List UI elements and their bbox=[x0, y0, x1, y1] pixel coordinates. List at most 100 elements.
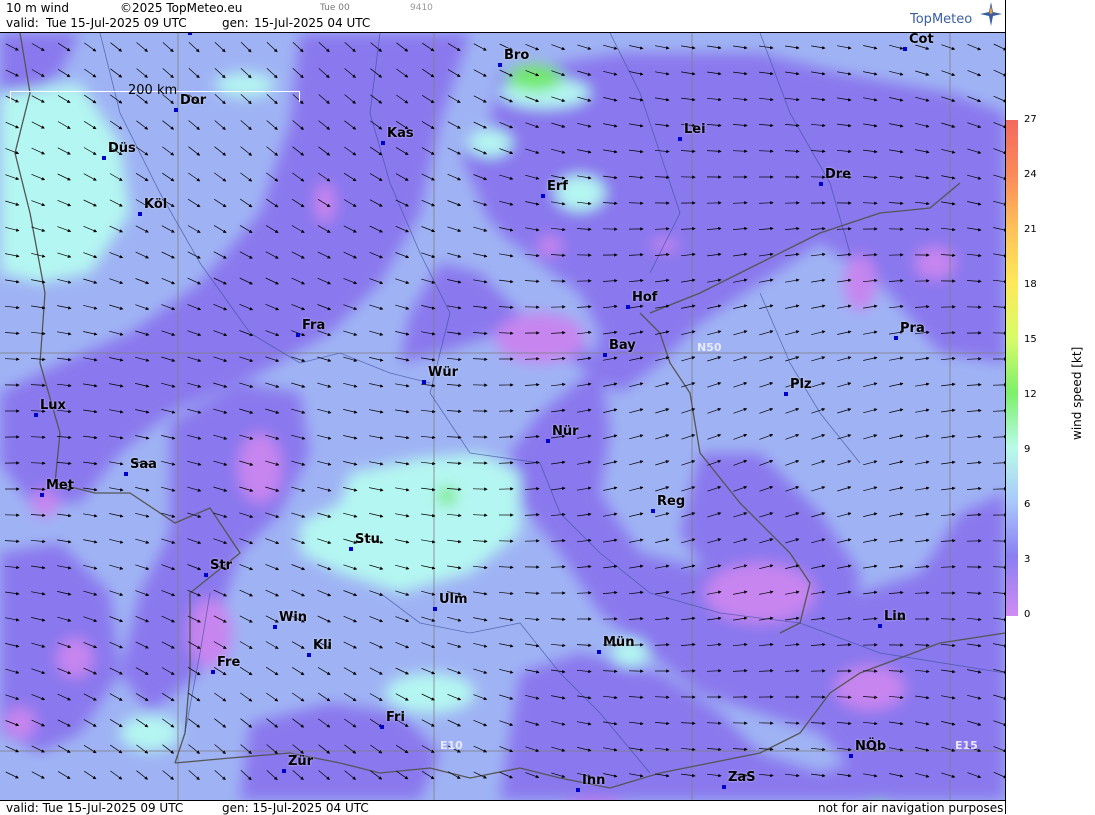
city-marker-nob bbox=[849, 754, 853, 758]
city-label-pra: Pra bbox=[900, 321, 925, 336]
city-marker-reg bbox=[651, 509, 655, 513]
city-marker-wur bbox=[422, 380, 426, 384]
city-marker-ulm bbox=[433, 607, 437, 611]
city-label-kas: Kas bbox=[387, 126, 414, 141]
product-title: 10 m wind bbox=[6, 1, 69, 15]
city-label-zas: ZaS bbox=[728, 770, 756, 785]
city-marker-bay bbox=[603, 353, 607, 357]
map-header: 10 m wind ©2025 TopMeteo.eu Tue 00 9410 … bbox=[0, 0, 1005, 33]
city-marker-stu bbox=[349, 547, 353, 551]
city-label-mun: Mün bbox=[603, 635, 634, 650]
lon-label-e10: E10 bbox=[440, 739, 463, 752]
city-label-nob: NÖb bbox=[855, 739, 886, 754]
city-label-fra: Fra bbox=[302, 318, 325, 333]
city-marker-inn bbox=[576, 788, 580, 792]
footer-gen: gen: 15-Jul-2025 04 UTC bbox=[222, 801, 369, 815]
city-marker-lux bbox=[34, 413, 38, 417]
map-code: 9410 bbox=[410, 3, 433, 13]
city-label-bro: Bro bbox=[504, 48, 529, 63]
valid-time: Tue 15-Jul-2025 09 UTC bbox=[46, 16, 187, 30]
city-label-fri: Fri bbox=[386, 710, 405, 725]
city-marker-dus bbox=[102, 156, 106, 160]
city-label-kol: Köl bbox=[144, 197, 167, 212]
city-label-ulm: Ulm bbox=[439, 592, 468, 607]
city-label-cot: Cot bbox=[909, 33, 934, 47]
city-label-stu: Stu bbox=[355, 532, 380, 547]
colorbar bbox=[1006, 120, 1018, 616]
colorbar-tick: 3 bbox=[1024, 554, 1030, 565]
city-marker-lin bbox=[878, 624, 882, 628]
city-marker-kol bbox=[138, 212, 142, 216]
city-label-win: Win bbox=[279, 610, 307, 625]
city-marker-fre bbox=[211, 670, 215, 674]
gen-label: gen: bbox=[222, 16, 249, 30]
city-marker-mun-top bbox=[188, 33, 192, 35]
city-marker-lei bbox=[678, 137, 682, 141]
city-label-lux: Lux bbox=[40, 398, 66, 413]
colorbar-tick: 27 bbox=[1024, 114, 1037, 125]
colorbar-tick: 21 bbox=[1024, 224, 1037, 235]
gen-time: 15-Jul-2025 04 UTC bbox=[254, 16, 370, 30]
city-label-str: Str bbox=[210, 558, 232, 573]
city-label-inn: Inn bbox=[582, 773, 605, 788]
scale-bar-label: 200 km bbox=[128, 83, 177, 98]
city-marker-erf bbox=[541, 194, 545, 198]
city-label-fre: Fre bbox=[217, 655, 240, 670]
colorbar-tick: 12 bbox=[1024, 389, 1037, 400]
footer-disclaimer: not for air navigation purposes bbox=[818, 801, 1003, 815]
small-time: Tue 00 bbox=[320, 3, 350, 13]
lat-label-n50: N50 bbox=[697, 341, 722, 354]
city-label-nur: Nür bbox=[552, 424, 579, 439]
lon-label-e15: E15 bbox=[955, 739, 978, 752]
city-label-wur: Wür bbox=[428, 365, 458, 380]
city-marker-fra bbox=[296, 333, 300, 337]
city-label-plz: Plz bbox=[790, 377, 812, 392]
city-label-saa: Saa bbox=[130, 457, 157, 472]
city-label-lin: Lin bbox=[884, 609, 906, 624]
city-marker-kli bbox=[307, 653, 311, 657]
city-marker-zas bbox=[722, 785, 726, 789]
copyright: ©2025 TopMeteo.eu bbox=[120, 1, 242, 15]
colorbar-tick: 0 bbox=[1024, 609, 1030, 620]
city-label-dor: Dor bbox=[180, 93, 206, 108]
city-marker-dor bbox=[174, 108, 178, 112]
city-label-met: Met bbox=[46, 478, 74, 493]
logo-star-icon bbox=[980, 2, 1002, 26]
city-marker-nur bbox=[546, 439, 550, 443]
city-marker-str bbox=[204, 573, 208, 577]
city-marker-win bbox=[273, 625, 277, 629]
city-marker-kas bbox=[381, 141, 385, 145]
colorbar-title: wind speed [kt] bbox=[1070, 347, 1084, 440]
city-marker-pra bbox=[894, 336, 898, 340]
city-marker-plz bbox=[784, 392, 788, 396]
footer-valid: valid: Tue 15-Jul-2025 09 UTC bbox=[6, 801, 183, 815]
colorbar-tick: 9 bbox=[1024, 444, 1030, 455]
city-label-bay: Bay bbox=[609, 338, 636, 353]
city-label-dre: Dre bbox=[825, 167, 851, 182]
city-marker-cot bbox=[903, 47, 907, 51]
city-label-dus: Düs bbox=[108, 141, 136, 156]
city-marker-met bbox=[40, 493, 44, 497]
colorbar-tick: 18 bbox=[1024, 279, 1037, 290]
city-label-lei: Lei bbox=[684, 122, 706, 137]
valid-label: valid: bbox=[6, 16, 39, 30]
city-label-zur: Zür bbox=[288, 754, 313, 769]
colorbar-tick: 6 bbox=[1024, 499, 1030, 510]
map-footer: valid: Tue 15-Jul-2025 09 UTC gen: 15-Ju… bbox=[0, 800, 1005, 815]
city-marker-bro bbox=[498, 63, 502, 67]
city-label-reg: Reg bbox=[657, 494, 685, 509]
colorbar-tick: 15 bbox=[1024, 334, 1037, 345]
city-label-hof: Hof bbox=[632, 290, 657, 305]
city-marker-saa bbox=[124, 472, 128, 476]
city-marker-mun bbox=[597, 650, 601, 654]
colorbar-tick: 24 bbox=[1024, 169, 1037, 180]
topmeteo-logo: TopMeteo bbox=[910, 12, 972, 27]
city-label-erf: Erf bbox=[547, 179, 568, 194]
city-marker-fri bbox=[380, 725, 384, 729]
city-marker-hof bbox=[626, 305, 630, 309]
city-label-kli: Kli bbox=[313, 638, 332, 653]
city-marker-zur bbox=[282, 769, 286, 773]
city-marker-dre bbox=[819, 182, 823, 186]
wind-field bbox=[0, 33, 1005, 800]
wind-map[interactable]: 200 km N50 E10 E15 Mün Bro Cot Dor Kas Lei Düs… bbox=[0, 33, 1005, 800]
